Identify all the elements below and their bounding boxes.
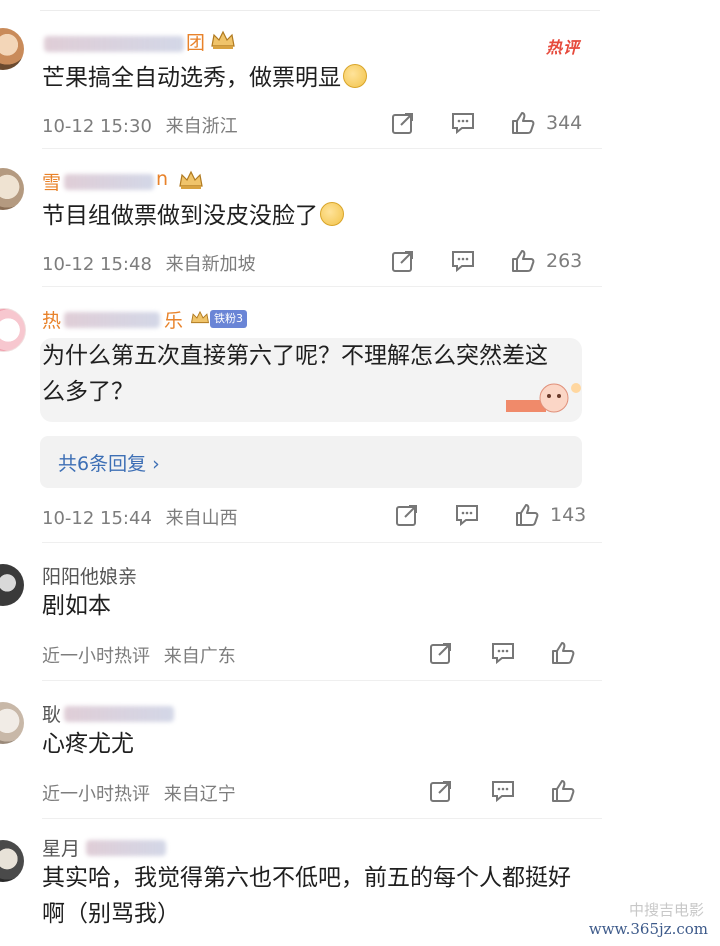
like-icon[interactable] [514, 502, 540, 528]
comment-text: 芒果搞全自动选秀，做票明显 [42, 60, 582, 96]
comment-username-suffix: 乐 [164, 310, 184, 332]
watermark-url: www.365jz.com [584, 920, 712, 938]
share-icon[interactable] [428, 640, 454, 666]
comment-username[interactable]: 热 [42, 306, 61, 333]
divider [42, 148, 602, 149]
comment-icon[interactable] [490, 640, 516, 666]
comment-text: 心疼尤尤 [42, 731, 134, 757]
comment-username[interactable]: 团 [186, 28, 205, 55]
comment-location: 来自辽宁 [163, 784, 236, 805]
comment-text: 为什么第五次直接第六了呢？不理解怎么突然差这么多了？ [42, 343, 548, 405]
comment-date: 10-12 15:44 [42, 508, 152, 529]
comment-time: 近一小时热评 [42, 646, 150, 667]
like-icon[interactable] [550, 778, 576, 804]
comment-meta: 近一小时热评 来自辽宁 [42, 780, 236, 806]
comment-meta: 10-12 15:30 来自浙江 [42, 112, 238, 138]
like-count: 263 [546, 250, 583, 272]
like-icon[interactable] [550, 640, 576, 666]
hot-comment-tag: 热评 [545, 38, 580, 57]
peach-sticker-icon [506, 383, 581, 413]
divider [42, 286, 602, 287]
divider [42, 818, 602, 819]
replies-label: 共6条回复 › [58, 453, 160, 475]
comment-text: 剧如本 [42, 593, 111, 619]
avatar[interactable] [0, 564, 24, 606]
blurred-username [44, 36, 184, 52]
blurred-username [64, 174, 154, 190]
fan-badge: 铁粉3 [210, 310, 247, 328]
smile-emoji-icon [343, 64, 367, 88]
comment-location: 来自新加坡 [165, 254, 256, 275]
comment-icon[interactable] [454, 502, 480, 528]
comment-text: 节目组做票做到没皮没脸了 [42, 198, 582, 234]
share-icon[interactable] [390, 110, 416, 136]
like-count: 143 [550, 504, 587, 526]
avatar[interactable] [0, 168, 24, 210]
comment-date: 10-12 15:30 [42, 116, 152, 137]
divider [42, 680, 602, 681]
comment-location: 来自浙江 [165, 116, 238, 137]
comment-username[interactable]: 阳阳他娘亲 [42, 562, 137, 589]
comment-meta: 10-12 15:48 来自新加坡 [42, 250, 256, 276]
comment-time: 近一小时热评 [42, 784, 150, 805]
crown-icon [179, 170, 203, 189]
comment-icon[interactable] [450, 110, 476, 136]
view-replies-button[interactable]: 共6条回复 › [40, 436, 582, 488]
comment-location: 来自广东 [163, 646, 236, 667]
divider [42, 542, 602, 543]
comment-username[interactable]: 耿 [42, 700, 61, 727]
comment-icon[interactable] [450, 248, 476, 274]
surprised-emoji-icon [320, 202, 344, 226]
like-icon[interactable] [510, 248, 536, 274]
comment-text-content: 节目组做票做到没皮没脸了 [42, 203, 318, 229]
blurred-username [64, 312, 160, 328]
top-divider [40, 10, 600, 11]
avatar[interactable] [0, 702, 24, 744]
comment-date: 10-12 15:48 [42, 254, 152, 275]
comment-icon[interactable] [490, 778, 516, 804]
comment-username[interactable]: 雪 [42, 168, 61, 195]
share-icon[interactable] [394, 502, 420, 528]
share-icon[interactable] [390, 248, 416, 274]
watermark-logo: 中搜吉电影 [628, 901, 704, 919]
avatar[interactable] [0, 28, 24, 70]
avatar[interactable] [0, 308, 26, 352]
crown-icon [211, 30, 235, 49]
avatar[interactable] [0, 840, 24, 882]
comment-text: 其实哈，我觉得第六也不低吧，前五的每个人都挺好啊（别骂我） [42, 865, 571, 927]
like-count: 344 [546, 112, 583, 134]
comment-username[interactable]: 星月 [42, 834, 80, 861]
like-icon[interactable] [510, 110, 536, 136]
comment-meta: 近一小时热评 来自广东 [42, 642, 236, 668]
comment-location: 来自山西 [165, 508, 238, 529]
comment-meta: 10-12 15:44 来自山西 [42, 504, 238, 530]
blurred-username [86, 840, 166, 856]
blurred-username [64, 706, 174, 722]
crown-icon [190, 310, 210, 324]
comment-username-suffix: n [156, 168, 169, 190]
comment-text-content: 芒果搞全自动选秀，做票明显 [42, 65, 341, 91]
share-icon[interactable] [428, 778, 454, 804]
